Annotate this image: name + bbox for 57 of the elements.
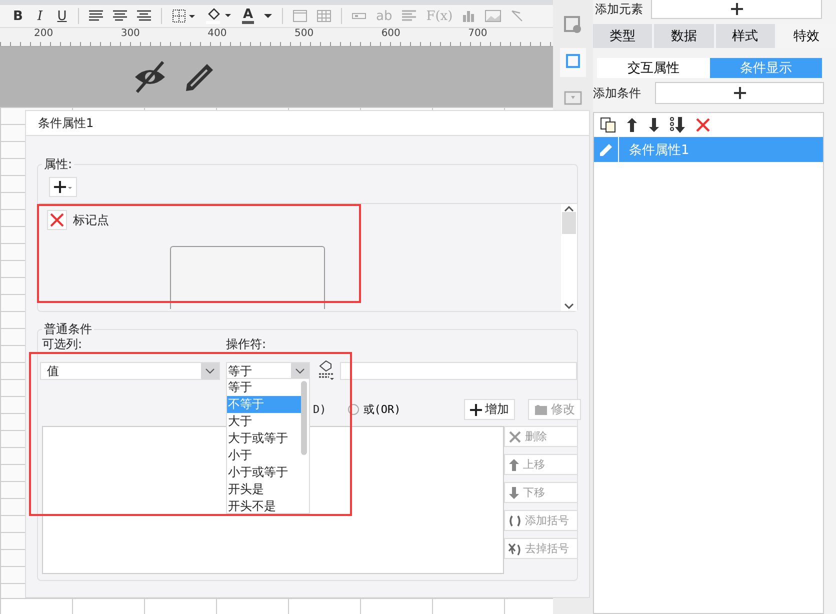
operator-option[interactable]: 小于或等于	[227, 464, 301, 481]
scrollbar-thumb[interactable]	[562, 212, 576, 234]
copy-icon[interactable]	[600, 117, 616, 133]
dialog-title: 条件属性1	[38, 114, 94, 132]
column-label: 可选列:	[42, 336, 82, 353]
align-icon[interactable]	[137, 10, 151, 22]
logic-radio[interactable]: 或(OR)	[348, 402, 401, 417]
pencil-icon[interactable]	[599, 142, 613, 156]
font-color-button[interactable]: A	[242, 8, 254, 24]
border-icon[interactable]	[172, 9, 196, 23]
add-attribute-button[interactable]	[49, 177, 77, 197]
pencil-icon[interactable]	[185, 62, 215, 92]
panel-tab[interactable]: 数据	[654, 24, 714, 48]
align-icon[interactable]	[113, 10, 127, 22]
scrollbar-thumb[interactable]	[301, 381, 307, 455]
eye-slash-icon[interactable]	[133, 60, 167, 94]
plus-icon	[470, 404, 482, 416]
remove-attribute-button[interactable]	[47, 210, 67, 230]
down-arrow-icon[interactable]	[648, 118, 660, 132]
move-to-bottom-icon[interactable]	[670, 117, 686, 133]
scrollbar[interactable]	[561, 204, 577, 311]
align-icon[interactable]	[89, 10, 103, 22]
format-button[interactable]: U	[56, 8, 68, 24]
square-frame-icon[interactable]	[565, 53, 581, 69]
dropdown-caret-icon[interactable]	[264, 14, 272, 18]
input-box-icon[interactable]	[352, 13, 366, 19]
operator-label: 操作符:	[226, 336, 266, 353]
sub-tab[interactable]: 交互属性	[597, 58, 710, 78]
add-condition-label: 添加条件	[593, 84, 641, 102]
add-element-label: 添加元素	[594, 0, 643, 18]
radio-label: D)	[313, 403, 326, 416]
attribute-label: 标记点	[73, 212, 109, 229]
operator-option[interactable]: 开头是	[227, 481, 301, 498]
group-legend: 普通条件	[42, 321, 94, 338]
value-type-icon[interactable]	[317, 360, 335, 380]
value-field[interactable]	[340, 362, 577, 380]
add-button[interactable]: 增加	[464, 399, 515, 420]
chevron-down-icon[interactable]	[205, 368, 215, 374]
up-arrow-icon[interactable]	[626, 118, 638, 132]
operator-option[interactable]: 大于或等于	[227, 430, 301, 447]
delete-icon[interactable]	[696, 118, 710, 132]
format-button[interactable]: I	[34, 8, 46, 24]
group-legend: 属性:	[42, 156, 74, 173]
plus-icon[interactable]	[734, 87, 746, 99]
panel-tab[interactable]: 类型	[593, 24, 652, 48]
format-button[interactable]: B	[12, 8, 24, 24]
plus-icon[interactable]	[730, 3, 742, 15]
scroll-down-icon[interactable]	[564, 303, 574, 309]
chevron-down-icon[interactable]	[295, 368, 305, 374]
operator-option[interactable]: 小于	[227, 447, 301, 464]
column-select[interactable]: 值	[40, 362, 220, 380]
scroll-up-icon[interactable]	[564, 206, 574, 212]
operator-option[interactable]: 等于	[227, 379, 301, 396]
ruler: 200 300 400 500 600 700	[0, 28, 553, 47]
panel-tab[interactable]: 样式	[716, 24, 775, 48]
operator-option[interactable]: 开头不是	[227, 498, 301, 513]
operator-option[interactable]: 大于	[227, 413, 301, 430]
